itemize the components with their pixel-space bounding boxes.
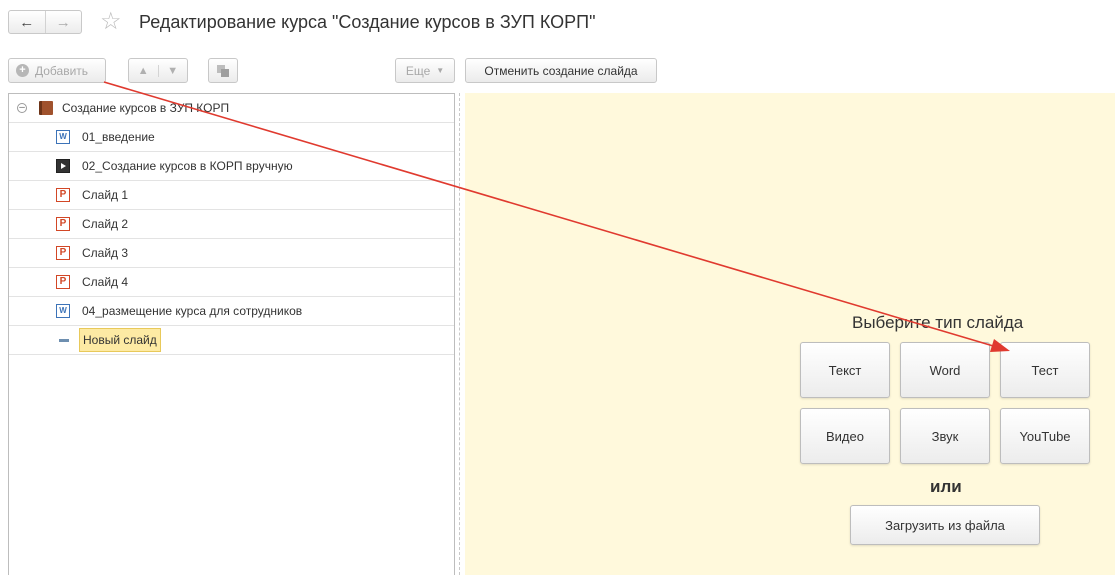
arrow-up-icon: ▲ — [137, 64, 149, 77]
tree-item[interactable]: P Слайд 3 — [9, 239, 454, 268]
add-button[interactable]: + Добавить — [8, 58, 106, 83]
book-icon — [39, 101, 53, 115]
slide-type-youtube-button[interactable]: YouTube — [1000, 408, 1090, 464]
star-icon[interactable]: ☆ — [100, 8, 122, 36]
cancel-slide-creation-button[interactable]: Отменить создание слайда — [465, 58, 657, 83]
powerpoint-icon: P — [56, 275, 70, 289]
move-up-button[interactable]: ▲ — [129, 65, 158, 77]
course-tree: – Создание курсов в ЗУП КОРП W 01_введен… — [8, 93, 455, 575]
chevron-down-icon: ▼ — [436, 66, 445, 75]
video-icon — [56, 159, 70, 173]
plus-icon: + — [16, 64, 29, 77]
tree-item[interactable]: W 01_введение — [9, 123, 454, 152]
forward-button[interactable]: → — [44, 11, 82, 33]
splitter[interactable] — [459, 93, 460, 575]
copy-icon — [217, 64, 229, 77]
navigation-buttons: ← → — [8, 10, 82, 34]
arrow-left-icon: ← — [19, 13, 35, 31]
collapse-icon[interactable]: – — [17, 103, 27, 113]
powerpoint-icon: P — [56, 188, 70, 202]
arrow-down-icon: ▼ — [167, 64, 179, 77]
move-down-button[interactable]: ▼ — [157, 64, 188, 77]
tree-item[interactable]: P Слайд 1 — [9, 181, 454, 210]
slide-type-text-button[interactable]: Текст — [800, 342, 890, 398]
choose-slide-type-label: Выберите тип слайда — [852, 313, 1024, 332]
tree-item[interactable]: P Слайд 4 — [9, 268, 454, 297]
tree-item-label: 04_размещение курса для сотрудников — [82, 304, 303, 318]
more-button[interactable]: Еще ▼ — [395, 58, 455, 83]
word-document-icon: W — [56, 304, 70, 318]
back-button[interactable]: ← — [9, 11, 45, 33]
or-label: или — [930, 477, 962, 496]
upload-from-file-button[interactable]: Загрузить из файла — [850, 505, 1040, 545]
word-document-icon: W — [56, 130, 70, 144]
slide-type-panel — [465, 93, 1115, 575]
tree-item-label: Слайд 3 — [82, 246, 129, 260]
slide-type-test-button[interactable]: Тест — [1000, 342, 1090, 398]
tree-item-label: Новый слайд — [79, 328, 161, 352]
arrow-right-icon: → — [55, 13, 71, 31]
slide-type-video-button[interactable]: Видео — [800, 408, 890, 464]
slide-type-word-button[interactable]: Word — [900, 342, 990, 398]
copy-button[interactable] — [208, 58, 238, 83]
more-button-label: Еще — [405, 63, 431, 78]
tree-item-label: Слайд 4 — [82, 275, 129, 289]
tree-root-label: Создание курсов в ЗУП КОРП — [62, 101, 230, 115]
tree-item-label: 01_введение — [82, 130, 155, 144]
slide-type-audio-button[interactable]: Звук — [900, 408, 990, 464]
tree-item[interactable]: P Слайд 2 — [9, 210, 454, 239]
tree-item[interactable]: 02_Создание курсов в КОРП вручную — [9, 152, 454, 181]
tree-item[interactable]: W 04_размещение курса для сотрудников — [9, 297, 454, 326]
tree-item-label: 02_Создание курсов в КОРП вручную — [82, 159, 293, 173]
tree-root[interactable]: – Создание курсов в ЗУП КОРП — [9, 94, 454, 123]
new-slide-icon — [59, 339, 69, 342]
powerpoint-icon: P — [56, 217, 70, 231]
move-buttons: ▲ ▼ — [128, 58, 188, 83]
page-title: Редактирование курса "Создание курсов в … — [139, 12, 596, 32]
add-button-label: Добавить — [35, 63, 89, 78]
tree-item-selected[interactable]: Новый слайд — [9, 326, 454, 355]
tree-item-label: Слайд 2 — [82, 217, 129, 231]
tree-item-label: Слайд 1 — [82, 188, 129, 202]
powerpoint-icon: P — [56, 246, 70, 260]
